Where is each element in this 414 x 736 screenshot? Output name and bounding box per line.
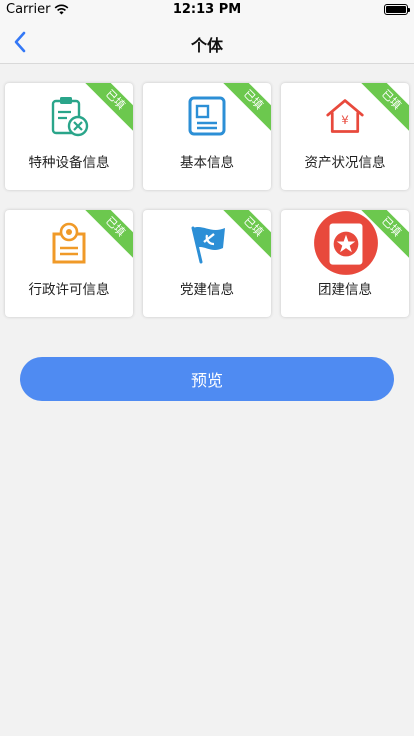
- card-label: 特种设备信息: [28, 155, 110, 171]
- card-label: 团建信息: [318, 282, 372, 298]
- status-time: 12:13 PM: [172, 2, 242, 17]
- nav-bar: 个体: [0, 20, 414, 64]
- card-asset-status[interactable]: ¥ 资产状况信息 已填: [281, 83, 409, 190]
- party-flag-icon: [191, 226, 225, 264]
- svg-text:¥: ¥: [341, 113, 349, 127]
- battery-icon: [384, 4, 410, 15]
- status-bar: Carrier 12:13 PM: [0, 0, 414, 20]
- id-card-icon: [188, 96, 226, 136]
- league-badge-icon: [314, 211, 378, 275]
- card-label: 党建信息: [180, 282, 234, 298]
- card-label: 资产状况信息: [304, 155, 386, 171]
- page-title: 个体: [190, 36, 223, 55]
- house-yen-icon: ¥: [326, 99, 364, 133]
- card-label: 基本信息: [180, 155, 234, 171]
- preview-button[interactable]: 预览: [20, 357, 394, 401]
- card-special-equipment[interactable]: 特种设备信息 已填: [5, 83, 133, 190]
- card-party-building[interactable]: 党建信息 已填: [143, 210, 271, 317]
- equipment-tools-icon: [51, 97, 89, 137]
- card-basic-info[interactable]: 基本信息 已填: [143, 83, 271, 190]
- card-league-building[interactable]: 团建信息 已填: [281, 210, 409, 317]
- license-certificate-icon: [52, 222, 86, 264]
- card-admin-license[interactable]: 行政许可信息 已填: [5, 210, 133, 317]
- battery-fill: [386, 6, 406, 13]
- card-label: 行政许可信息: [28, 282, 110, 298]
